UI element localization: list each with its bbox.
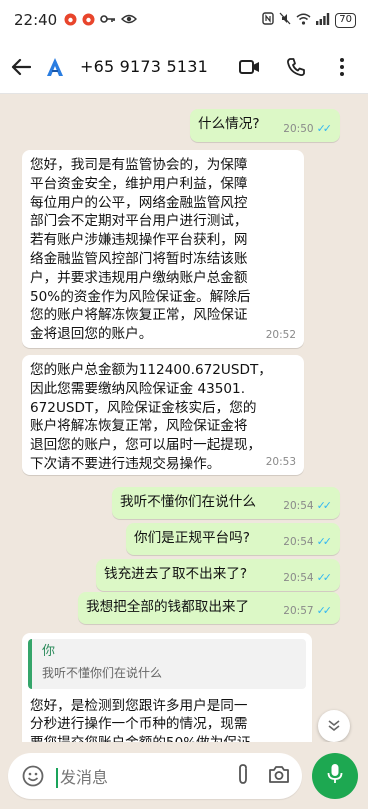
quoted-text: 我听不懂你们在说什么	[42, 665, 163, 680]
message-time: 20:54	[283, 572, 314, 585]
emoji-icon[interactable]	[20, 763, 46, 789]
message-outgoing[interactable]: 我想把全部的钱都取出来了 20:57 ✓✓	[78, 592, 340, 624]
quoted-reply[interactable]: 你 我听不懂你们在说什么	[28, 639, 306, 689]
eye-icon	[121, 13, 138, 27]
message-incoming[interactable]: 您好，我司是有监管协会的，为保障 平台资金安全，维护用户利益，保障 每位用户的公…	[22, 150, 304, 348]
read-receipt-icon: ✓✓	[316, 499, 333, 513]
more-options-icon[interactable]	[330, 55, 354, 79]
weibo-notification-icon	[64, 13, 77, 28]
message-meta: 20:50 ✓✓	[283, 120, 332, 139]
message-time: 20:57	[283, 605, 314, 618]
message-meta: 20:52	[266, 326, 296, 345]
message-text: 钱充进去了取不出来了?	[104, 566, 248, 582]
quoted-sender: 你	[42, 644, 56, 659]
video-call-icon[interactable]	[238, 55, 262, 79]
message-outgoing[interactable]: 我听不懂你们在说什么 20:54 ✓✓	[112, 487, 340, 519]
read-receipt-icon: ✓✓	[316, 535, 333, 549]
key-icon	[100, 13, 116, 27]
message-text: 什么情况?	[198, 116, 260, 132]
scroll-to-bottom-button[interactable]	[318, 710, 350, 742]
message-composer: 发消息	[0, 742, 368, 809]
voice-call-icon[interactable]	[284, 55, 308, 79]
message-meta: 20:57 ✓✓	[283, 602, 332, 621]
message-meta: 20:54 ✓✓	[283, 497, 332, 516]
message-meta: 20:54 ✓✓	[283, 569, 332, 588]
camera-icon[interactable]	[268, 764, 290, 788]
message-meta: 20:53	[266, 453, 296, 472]
signal-icon	[316, 12, 330, 28]
text-caret	[56, 768, 58, 789]
weibo-notification-icon-2	[82, 13, 95, 28]
message-time: 20:53	[265, 456, 296, 469]
status-time: 22:40	[14, 11, 58, 29]
read-receipt-icon: ✓✓	[316, 122, 333, 136]
message-time: 20:50	[283, 123, 314, 136]
voice-message-button[interactable]	[312, 753, 358, 799]
message-outgoing[interactable]: 什么情况? 20:50 ✓✓	[190, 109, 340, 142]
message-text: 我听不懂你们在说什么	[120, 494, 256, 510]
back-arrow-icon[interactable]	[8, 54, 34, 80]
message-incoming[interactable]: 您的账户总金额为112400.672USDT， 因此您需要缴纳风险保证金 435…	[22, 355, 304, 475]
contact-name[interactable]: +65 9173 5131	[80, 57, 208, 76]
message-input[interactable]: 发消息	[8, 753, 302, 799]
status-bar: 22:40 70	[0, 0, 368, 40]
message-incoming[interactable]: 你 我听不懂你们在说什么 您好，是检测到您跟许多用户是同一 分秒进行操作一个币种…	[22, 633, 312, 742]
chat-area[interactable]: 什么情况? 20:50 ✓✓ 您好，我司是有监管协会的，为保障 平台资金安全，维…	[0, 95, 368, 742]
message-time: 20:52	[265, 329, 296, 342]
message-text: 你们是正规平台吗?	[134, 530, 250, 546]
message-text: 您的账户总金额为112400.672USDT， 因此您需要缴纳风险保证金 435…	[30, 362, 272, 472]
message-time: 20:54	[283, 500, 314, 513]
message-meta: 20:54 ✓✓	[283, 533, 332, 552]
read-receipt-icon: ✓✓	[316, 604, 333, 618]
message-outgoing[interactable]: 钱充进去了取不出来了? 20:54 ✓✓	[96, 559, 340, 591]
nfc-icon	[262, 12, 274, 28]
message-text: 您好，是检测到您跟许多用户是同一 分秒进行操作一个币种的情况，现需 要您提交您账…	[30, 697, 251, 742]
mute-icon	[279, 12, 291, 28]
battery-indicator: 70	[335, 12, 356, 28]
chat-header: +65 9173 5131	[0, 40, 368, 94]
contact-avatar[interactable]	[42, 54, 68, 80]
message-text: 我想把全部的钱都取出来了	[86, 599, 250, 615]
message-time: 20:54	[283, 536, 314, 549]
microphone-icon	[327, 763, 343, 789]
wifi-icon	[296, 13, 311, 28]
message-outgoing[interactable]: 你们是正规平台吗? 20:54 ✓✓	[126, 523, 340, 555]
read-receipt-icon: ✓✓	[316, 571, 333, 585]
attach-icon[interactable]	[236, 763, 250, 789]
message-text: 您好，我司是有监管协会的，为保障 平台资金安全，维护用户利益，保障 每位用户的公…	[30, 157, 251, 343]
message-input-placeholder: 发消息	[56, 764, 236, 789]
